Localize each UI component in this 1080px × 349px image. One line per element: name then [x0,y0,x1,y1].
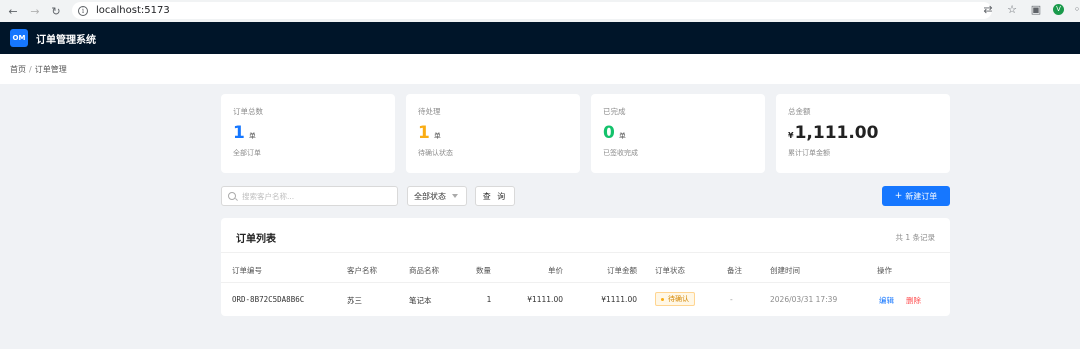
edit-link[interactable]: 编辑 [879,295,894,306]
column-header-qty: 数量 [476,266,491,275]
stat-sub: 全部订单 [233,149,261,157]
stat-label: 订单总数 [233,107,263,116]
plus-icon: + [894,191,903,201]
stat-card-total-amount: 总金额 ¥ 1,111.00 累计订单金额 [776,94,950,173]
browser-toolbar: ← → ↻ i localhost:5173 ⇄ ☆ ▣ V ◦ [0,0,1080,22]
column-header-remark: 备注 [727,266,742,275]
cell-created: 2026/03/31 17:39 [770,295,838,304]
stat-value: 1,111.00 [794,123,879,143]
divider [221,252,950,253]
cell-customer: 苏三 [347,296,362,305]
bookmark-star-icon[interactable]: ☆ [1005,2,1019,16]
site-info-icon[interactable]: i [78,5,88,16]
cell-product: 笔记本 [409,296,432,305]
record-count: 共 1 条记录 [895,233,935,242]
query-button[interactable]: 查 询 [475,186,515,206]
status-select[interactable]: 全部状态 [407,186,467,206]
app-title: 订单管理系统 [36,34,96,46]
app-header: OM 订单管理系统 [0,22,1080,54]
column-header-actions: 操作 [877,266,892,275]
stat-card-completed: 已完成 0 单 已签收完成 [591,94,765,173]
cell-remark: - [730,295,733,304]
stat-card-pending: 待处理 1 单 待确认状态 [406,94,580,173]
status-badge-label: 待确认 [668,295,689,303]
divider [221,282,950,283]
column-header-customer: 客户名称 [347,266,377,275]
stat-sub: 待确认状态 [418,149,453,157]
status-badge: 待确认 [655,292,695,306]
panel-title: 订单列表 [236,234,276,245]
stat-sub: 已签收完成 [603,149,638,157]
chevron-down-icon [452,194,458,198]
stat-card-total-orders: 订单总数 1 单 全部订单 [221,94,395,173]
stat-value: 0 [603,123,615,143]
cell-order-no: ORD-8B72C5DA8B6C [232,295,305,304]
extension-icon[interactable]: ▣ [1029,2,1043,16]
column-header-amount: 订单金额 [607,266,637,275]
column-header-product: 商品名称 [409,266,439,275]
stat-value: 1 [233,123,245,143]
cell-qty: 1 [486,295,492,304]
new-order-label: 新建订单 [905,191,938,201]
translate-icon[interactable]: ⇄ [981,2,995,16]
column-header-created: 创建时间 [770,266,800,275]
status-select-value: 全部状态 [414,191,446,201]
column-header-status: 订单状态 [655,266,685,275]
stat-unit: 单 [433,132,441,140]
new-order-button[interactable]: + 新建订单 [882,186,950,206]
cell-amount: ¥1111.00 [601,295,637,304]
forward-arrow-icon[interactable]: → [26,2,44,20]
delete-link[interactable]: 删除 [906,295,921,306]
back-arrow-icon[interactable]: ← [4,2,22,20]
url-text: localhost:5173 [96,5,170,16]
breadcrumb: 首页 / 订单管理 [0,54,1080,84]
status-dot-icon [661,297,664,301]
cell-unit-price: ¥1111.00 [527,295,563,304]
stat-label: 待处理 [418,107,441,116]
app-logo: OM [10,29,28,47]
column-header-order-no: 订单编号 [232,266,262,275]
order-table-panel: 订单列表 共 1 条记录 订单编号 客户名称 商品名称 数量 单价 订单金额 订… [221,218,950,316]
search-icon [228,192,236,200]
stat-sub: 累计订单金额 [788,149,830,157]
stat-unit: 单 [248,132,256,140]
currency-symbol: ¥ [788,131,794,140]
reload-icon[interactable]: ↻ [47,2,65,20]
search-input[interactable] [242,191,392,201]
breadcrumb-separator: / [29,64,32,74]
stat-label: 总金额 [788,107,811,116]
stat-label: 已完成 [603,107,626,116]
column-header-unit-price: 单价 [548,266,563,275]
breadcrumb-home[interactable]: 首页 [10,64,26,75]
extension-green-icon[interactable]: V [1053,3,1064,15]
address-bar[interactable]: i localhost:5173 [72,2,992,19]
stat-value: 1 [418,123,430,143]
breadcrumb-current: 订单管理 [34,64,67,74]
search-box[interactable] [221,186,398,206]
stat-unit: 单 [618,132,626,140]
extension-cut-icon[interactable]: ◦ [1074,2,1080,16]
